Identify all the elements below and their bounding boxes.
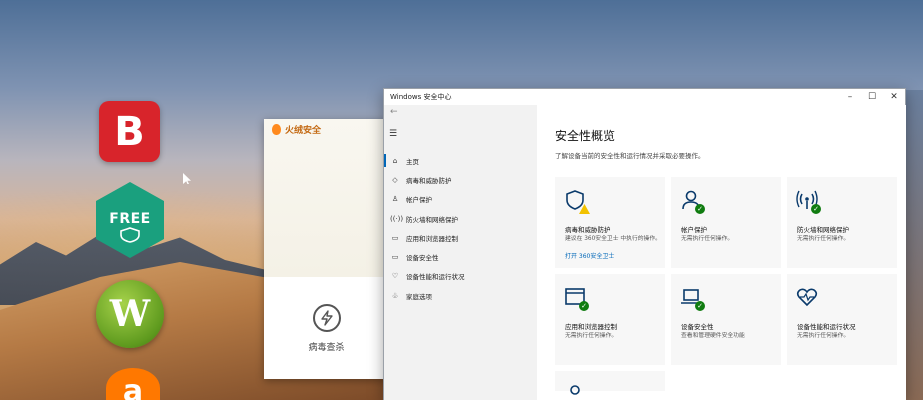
nav-item-device-health[interactable]: ♡ 设备性能和运行状况 (384, 267, 537, 286)
nav-item-account-protection[interactable]: ♙ 帐户保护 (384, 190, 537, 209)
huorong-header: 火绒安全 (264, 119, 389, 277)
nav-label: 主页 (406, 157, 419, 166)
flame-icon (272, 124, 281, 135)
checkmark-badge-icon: ✓ (811, 204, 821, 214)
family-icon (564, 381, 586, 400)
lightning-icon (312, 303, 341, 332)
nav-label: 防火墙和网络保护 (406, 215, 458, 224)
tile-description: 建议在 360安全卫士 中执行的操作。 (565, 236, 661, 242)
tile-device-health[interactable]: 设备性能和运行状况 无需执行任何操作。 (787, 274, 897, 365)
shield-icon: ◇ (392, 175, 398, 184)
bitdefender-icon[interactable]: B (99, 101, 160, 162)
virus-scan-button[interactable]: 病毒查杀 (264, 277, 389, 379)
maximize-button[interactable]: ☐ (861, 89, 883, 105)
browser-window-icon: ✓ (564, 286, 589, 311)
title-bar[interactable]: Windows 安全中心 – ☐ ✕ (384, 89, 905, 105)
wireless-icon: ((·)) (390, 214, 404, 223)
shield-icon (120, 227, 140, 243)
nav-item-home[interactable]: ⌂ 主页 (384, 151, 537, 170)
tile-description: 无需执行任何操作。 (565, 333, 618, 339)
shield-warning-icon (564, 189, 590, 214)
tile-app-browser[interactable]: ✓ 应用和浏览器控制 无需执行任何操作。 (555, 274, 665, 365)
checkmark-badge-icon: ✓ (695, 301, 705, 311)
kaspersky-label: FREE (109, 211, 151, 227)
checkmark-badge-icon: ✓ (695, 204, 705, 214)
close-button[interactable]: ✕ (883, 89, 905, 105)
avast-icon[interactable]: a (106, 368, 160, 400)
person-icon: ✓ (680, 189, 705, 214)
windows-security-window[interactable]: Windows 安全中心 – ☐ ✕ ← ☰ ⌂ 主页 ◇ 病毒和威胁防护 ♙ 帐户保… (383, 88, 906, 400)
avast-glyph: a (122, 373, 144, 400)
nav-list: ⌂ 主页 ◇ 病毒和威胁防护 ♙ 帐户保护 ((·)) 防火墙和网络保护 ▭ 应用和浏览器… (384, 151, 537, 305)
page-title: 安全性概览 (555, 129, 616, 143)
person-icon: ♙ (391, 195, 399, 204)
tile-description: 无需执行任何操作。 (797, 333, 850, 339)
nav-label: 家庭选项 (406, 292, 432, 301)
laptop-icon: ✓ (680, 286, 705, 311)
browser-window-icon: ▭ (391, 233, 399, 242)
wireless-icon: ✓ (796, 189, 821, 214)
back-arrow-icon[interactable]: ← (390, 107, 398, 117)
nav-item-family-options[interactable]: ♧ 家庭选项 (384, 286, 537, 305)
desktop-wallpaper-edge (906, 90, 923, 400)
tile-firewall[interactable]: ✓ 防火墙和网络保护 无需执行任何操作。 (787, 177, 897, 268)
webroot-icon[interactable]: W (96, 280, 164, 348)
nav-item-virus-protection[interactable]: ◇ 病毒和威胁防护 (384, 170, 537, 189)
home-icon: ⌂ (392, 156, 398, 165)
sidebar: ← ☰ ⌂ 主页 ◇ 病毒和威胁防护 ♙ 帐户保护 ((·)) 防火墙和网络保护 ▭ 应用… (384, 105, 537, 400)
nav-item-app-browser[interactable]: ▭ 应用和浏览器控制 (384, 228, 537, 247)
nav-item-firewall[interactable]: ((·)) 防火墙和网络保护 (384, 209, 537, 228)
page-subtitle: 了解设备当前的安全性和运行情况并采取必要操作。 (555, 152, 705, 160)
tile-family-options[interactable] (555, 371, 665, 395)
nav-label: 设备安全性 (406, 254, 439, 263)
checkmark-badge-icon: ✓ (579, 301, 589, 311)
tile-description: 无需执行任何操作。 (797, 236, 850, 242)
open-360-link[interactable]: 打开 360安全卫士 (565, 251, 614, 260)
minimize-button[interactable]: – (839, 89, 861, 105)
nav-label: 病毒和威胁防护 (406, 176, 452, 185)
window-title: Windows 安全中心 (390, 93, 452, 101)
tile-device-security[interactable]: ✓ 设备安全性 查看和管理硬件安全功能 (671, 274, 781, 365)
tile-description: 无需执行任何操作。 (681, 236, 734, 242)
webroot-glyph: W (109, 293, 151, 335)
nav-item-device-security[interactable]: ▭ 设备安全性 (384, 247, 537, 266)
heart-pulse-icon (796, 286, 818, 308)
laptop-icon: ▭ (391, 253, 399, 262)
huorong-window[interactable]: 火绒安全 病毒查杀 (264, 119, 389, 379)
nav-label: 帐户保护 (406, 196, 432, 205)
shield-outline-icon (117, 197, 143, 211)
window-controls: – ☐ ✕ (839, 89, 905, 105)
main-content: 安全性概览 了解设备当前的安全性和运行情况并采取必要操作。 病毒和威胁防护 建议… (537, 105, 906, 400)
heart-icon: ♡ (391, 272, 399, 281)
huorong-title-text: 火绒安全 (285, 126, 322, 136)
bitdefender-glyph: B (114, 108, 145, 155)
huorong-title: 火绒安全 (272, 123, 321, 136)
nav-label: 设备性能和运行状况 (406, 273, 465, 282)
family-icon: ♧ (391, 291, 399, 300)
hamburger-menu-icon[interactable]: ☰ (389, 129, 397, 139)
tile-description: 查看和管理硬件安全功能 (681, 333, 745, 339)
mouse-cursor-icon (183, 173, 191, 184)
tile-account-protection[interactable]: ✓ 帐户保护 无需执行任何操作。 (671, 177, 781, 268)
tile-virus-protection[interactable]: 病毒和威胁防护 建议在 360安全卫士 中执行的操作。 打开 360安全卫士 (555, 177, 665, 268)
nav-label: 应用和浏览器控制 (406, 234, 458, 243)
virus-scan-label: 病毒查杀 (308, 342, 345, 353)
